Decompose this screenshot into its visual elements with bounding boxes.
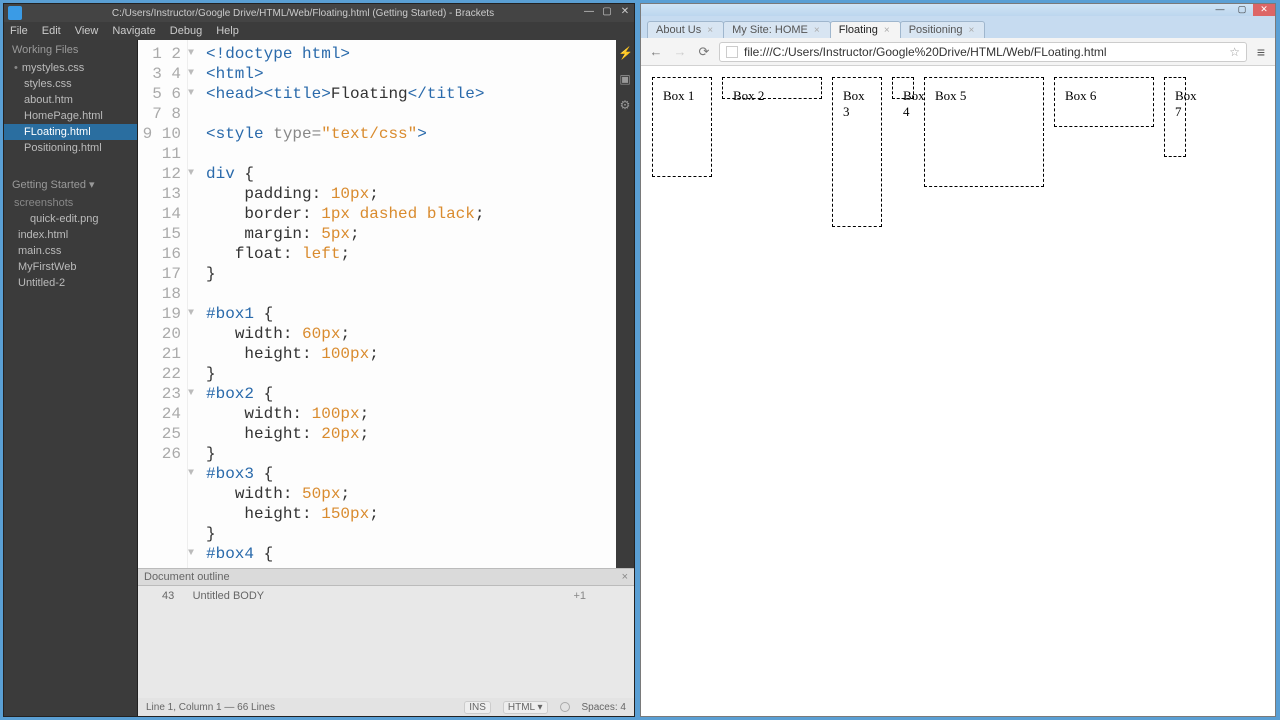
status-spaces[interactable]: Spaces: 4 [582,702,626,713]
working-files-head: Working Files [4,40,137,60]
file-styles[interactable]: styles.css [4,76,137,92]
line-gutter: 1 2 3 4 5 6 7 8 9 10 11 12 13 14 15 16 1… [138,40,188,568]
page-content: Box 1 Box 2 Box 3 Box 4 Box 5Box 6 Box 7 [641,66,1275,716]
menu-debug[interactable]: Debug [170,25,202,37]
chrome-close[interactable]: ✕ [1253,4,1275,16]
code-editor[interactable]: 1 2 3 4 5 6 7 8 9 10 11 12 13 14 15 16 1… [138,40,634,568]
fold-gutter [188,40,202,568]
statusbar: Line 1, Column 1 — 66 Lines INS HTML ▾ S… [138,698,634,716]
url-text: file:///C:/Users/Instructor/Google%20Dri… [744,45,1107,59]
code-content[interactable]: <!doctype html> <html> <head><title>Floa… [202,40,616,568]
brackets-window: C:/Users/Instructor/Google Drive/HTML/We… [3,3,635,717]
brackets-titlebar: C:/Users/Instructor/Google Drive/HTML/We… [4,4,634,22]
tree-myfirstweb[interactable]: MyFirstWeb [4,259,137,275]
chrome-titlebar: — ▢ ✕ [641,4,1275,16]
file-positioning[interactable]: Positioning.html [4,140,137,156]
chrome-tabstrip: About Us× My Site: HOME× Floating× Posit… [641,16,1275,38]
page-icon [726,46,738,58]
menu-edit[interactable]: Edit [42,25,61,37]
close-button[interactable]: ✕ [618,7,632,19]
settings-icon[interactable]: ⚙ [618,98,632,112]
status-ins[interactable]: INS [464,701,491,714]
float-box-1: Box 1 [652,77,712,177]
outline-row-label[interactable]: Untitled BODY [193,590,265,602]
getting-started-head[interactable]: Getting Started ▾ [4,174,137,195]
brackets-title: C:/Users/Instructor/Google Drive/HTML/We… [26,8,580,19]
tree-main[interactable]: main.css [4,243,137,259]
menu-help[interactable]: Help [216,25,239,37]
outline-row-right: +1 [573,590,586,602]
status-indicator-icon [560,702,570,712]
tab-close-icon[interactable]: × [814,25,820,36]
tab-floating[interactable]: Floating× [830,21,901,38]
extensions-icon[interactable]: ▣ [618,72,632,86]
file-about[interactable]: about.htm [4,92,137,108]
menu-file[interactable]: File [10,25,28,37]
tab-close-icon[interactable]: × [969,25,975,36]
brackets-sidebar: Working Files mystyles.css styles.css ab… [4,40,138,716]
brackets-app-icon [8,6,22,20]
file-homepage[interactable]: HomePage.html [4,108,137,124]
url-bar[interactable]: file:///C:/Users/Instructor/Google%20Dri… [719,42,1247,62]
menu-view[interactable]: View [75,25,99,37]
maximize-button[interactable]: ▢ [600,7,614,19]
outline-row-num: 43 [162,590,174,602]
chrome-window: — ▢ ✕ About Us× My Site: HOME× Floating×… [640,3,1276,717]
tree-index[interactable]: index.html [4,227,137,243]
tab-about-us[interactable]: About Us× [647,21,724,38]
chrome-menu-icon[interactable]: ≡ [1253,44,1269,60]
float-box-7: Box 7 [1164,77,1186,157]
float-box-4: Box 4 [892,77,914,99]
tab-close-icon[interactable]: × [707,25,713,36]
editor-right-panel: ⚡ ▣ ⚙ [616,40,634,568]
tab-positioning[interactable]: Positioning× [900,21,986,38]
tree-untitled2[interactable]: Untitled-2 [4,275,137,291]
chrome-maximize[interactable]: ▢ [1231,4,1253,16]
float-box-5: Box 5 [924,77,1044,187]
forward-button[interactable]: → [671,44,689,59]
reload-button[interactable]: ⟳ [695,44,713,60]
float-box-6: Box 6 [1054,77,1154,127]
file-mystyles[interactable]: mystyles.css [4,60,137,76]
float-box-2: Box 2 [722,77,822,99]
bookmark-star-icon[interactable]: ☆ [1229,45,1240,59]
live-preview-icon[interactable]: ⚡ [618,46,632,60]
tab-close-icon[interactable]: × [884,25,890,36]
status-lang[interactable]: HTML ▾ [503,701,548,714]
chrome-toolbar: ← → ⟳ file:///C:/Users/Instructor/Google… [641,38,1275,66]
outline-title: Document outline [138,569,634,586]
outline-close-icon[interactable]: × [622,571,628,583]
menu-navigate[interactable]: Navigate [112,25,155,37]
back-button[interactable]: ← [647,44,665,59]
tree-quickedit[interactable]: quick-edit.png [4,211,137,227]
status-cursor: Line 1, Column 1 — 66 Lines [146,702,275,713]
float-box-3: Box 3 [832,77,882,227]
minimize-button[interactable]: — [582,7,596,19]
document-outline-panel: Document outline × 43 Untitled BODY +1 [138,568,634,698]
brackets-menubar: File Edit View Navigate Debug Help [4,22,634,40]
chrome-minimize[interactable]: — [1209,4,1231,16]
tab-my-site-home[interactable]: My Site: HOME× [723,21,831,38]
screenshots-folder[interactable]: screenshots [4,195,137,211]
file-floating[interactable]: FLoating.html [4,124,137,140]
